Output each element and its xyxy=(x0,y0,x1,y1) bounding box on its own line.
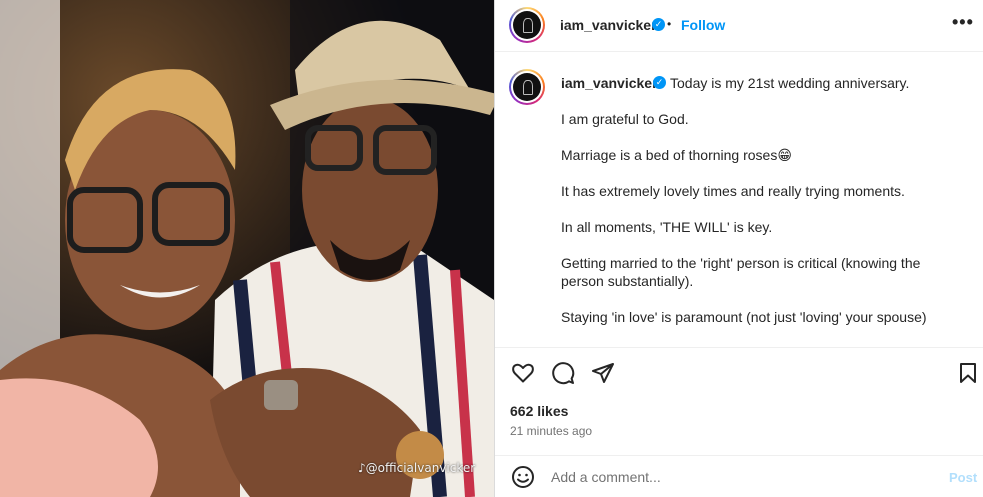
caption-line: I am grateful to God. xyxy=(561,111,689,127)
caption-avatar[interactable] xyxy=(509,69,545,105)
header-separator: • xyxy=(667,17,672,31)
caption-line: Today is my 21st wedding anniversary. xyxy=(670,75,910,91)
likes-count[interactable]: 662 likes xyxy=(510,403,568,419)
heart-icon[interactable] xyxy=(511,361,535,385)
emoji-icon[interactable] xyxy=(511,465,535,489)
tiktok-icon: ♪ xyxy=(358,461,366,475)
verified-icon: ✓ xyxy=(653,76,666,89)
caption-line: In all moments, 'THE WILL' is key. xyxy=(561,219,773,235)
caption-line: It has extremely lovely times and really… xyxy=(561,183,905,199)
photo-illustration xyxy=(0,0,494,497)
caption-line: Marriage is a bed of thorning roses😁 xyxy=(561,147,792,163)
comment-icon[interactable] xyxy=(551,361,575,385)
caption-line: Getting married to the 'right' person is… xyxy=(561,255,921,271)
actions-divider xyxy=(495,347,983,348)
caption-line: person substantially). xyxy=(561,273,694,289)
caption-line: Staying 'in love' is paramount (not just… xyxy=(561,309,927,325)
more-icon[interactable]: ••• xyxy=(952,12,974,33)
verified-icon: ✓ xyxy=(652,18,665,31)
post-photo[interactable]: ♪@officialvanvicker xyxy=(0,0,494,497)
header-avatar[interactable] xyxy=(509,7,545,43)
watermark-label: ♪@officialvanvicker xyxy=(358,461,475,475)
comment-input[interactable]: Add a comment... xyxy=(551,469,911,485)
caption-username[interactable]: iam_vanvicker xyxy=(561,75,658,91)
share-icon[interactable] xyxy=(591,361,615,385)
post-header: iam_vanvicker ✓ • Follow ••• xyxy=(495,0,983,52)
header-username[interactable]: iam_vanvicker xyxy=(560,17,657,33)
post-time[interactable]: 21 minutes ago xyxy=(510,424,592,438)
post-details-panel: iam_vanvicker ✓ • Follow ••• iam_vanvick… xyxy=(495,0,983,497)
follow-button[interactable]: Follow xyxy=(681,17,725,33)
bookmark-icon[interactable] xyxy=(956,361,980,385)
watermark-text: @officialvanvicker xyxy=(365,461,476,475)
caption-section: iam_vanvicker ✓ Today is my 21st wedding… xyxy=(495,52,983,346)
comment-divider xyxy=(495,455,983,456)
post-comment-button[interactable]: Post xyxy=(949,470,977,485)
